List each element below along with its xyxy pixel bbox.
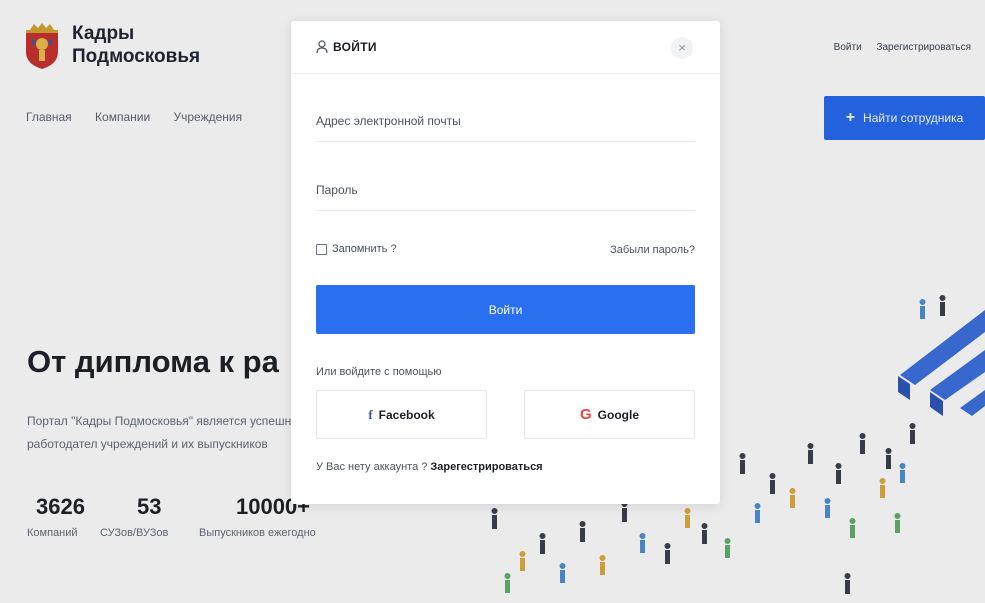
remember-checkbox[interactable]: [316, 243, 327, 255]
login-button[interactable]: Войти: [316, 285, 695, 334]
register-link[interactable]: Зарегестрироваться: [430, 461, 542, 473]
no-account-text: У Вас нету аккаунта ? Зарегестрироваться: [316, 461, 543, 473]
facebook-label: Facebook: [378, 407, 435, 422]
modal-header: ВОЙТИ ×: [291, 21, 720, 74]
close-icon[interactable]: ×: [671, 37, 693, 59]
login-button-label: Войти: [488, 302, 523, 317]
page: Кадры Подмосковья Войти Зарегистрировать…: [0, 0, 985, 603]
password-field[interactable]: [316, 169, 695, 211]
google-label: Google: [597, 407, 639, 422]
user-icon: [316, 40, 328, 54]
forgot-password-link[interactable]: Забыли пароль?: [610, 244, 695, 256]
login-modal: ВОЙТИ × Запомнить ? Забыли пароль? Войти…: [291, 21, 720, 504]
remember-label: Запомнить ?: [332, 243, 397, 255]
modal-title: ВОЙТИ: [333, 40, 377, 54]
facebook-login-button[interactable]: f Facebook: [316, 390, 487, 439]
remember-me[interactable]: Запомнить ?: [316, 243, 397, 255]
google-login-button[interactable]: G Google: [524, 390, 695, 439]
no-account-label: У Вас нету аккаунта ?: [316, 461, 428, 473]
email-field[interactable]: [316, 100, 695, 142]
social-login-label: Или войдите с помощью: [316, 366, 442, 378]
facebook-icon: f: [368, 406, 373, 422]
google-icon: G: [579, 406, 592, 423]
